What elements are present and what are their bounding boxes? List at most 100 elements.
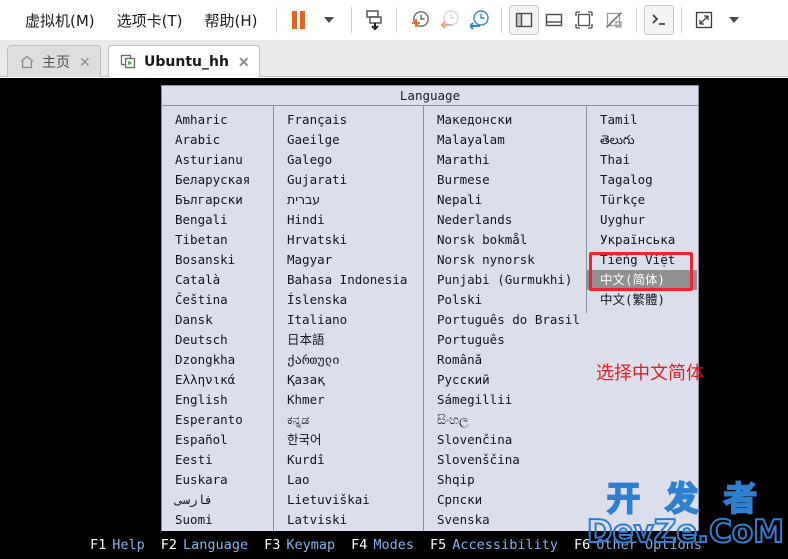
language-item[interactable]: Thai [587,150,697,170]
language-item[interactable]: Hindi [274,210,423,230]
language-item[interactable]: ಕನ್ನಡ [274,410,423,430]
language-item[interactable]: Asturianu [162,150,273,170]
function-key-item[interactable]: F2 Language [161,537,248,553]
language-item[interactable]: Burmese [424,170,586,190]
language-item[interactable]: Español [162,430,273,450]
language-item[interactable]: Українська [587,230,697,250]
pause-button[interactable] [284,5,314,35]
language-item[interactable]: Türkçe [587,190,697,210]
language-item[interactable]: Norsk nynorsk [424,250,586,270]
tab-home-close-icon[interactable]: ✕ [77,55,91,69]
language-item[interactable]: 中文(繁體) [587,290,697,310]
language-item[interactable]: Norsk bokmål [424,230,586,250]
language-item[interactable]: Македонски [424,110,586,130]
take-snapshot-button[interactable] [359,5,389,35]
function-key-item[interactable]: F3 Keymap [264,537,335,553]
language-item[interactable]: Malayalam [424,130,586,150]
language-item[interactable]: Bosanski [162,250,273,270]
language-item[interactable]: Polski [424,290,586,310]
language-item[interactable]: Arabic [162,130,273,150]
tab-ubuntu-hh[interactable]: Ubuntu_hh ✕ [108,45,260,77]
language-item[interactable]: Català [162,270,273,290]
stretch-button[interactable] [689,5,719,35]
language-item[interactable]: English [162,390,273,410]
language-item[interactable]: Tamil [587,110,697,130]
language-item[interactable]: Esperanto [162,410,273,430]
language-item[interactable]: Português [424,330,586,350]
language-item[interactable]: Română [424,350,586,370]
language-item[interactable]: Italiano [274,310,423,330]
language-item[interactable]: Tagalog [587,170,697,190]
language-item[interactable]: Bahasa Indonesia [274,270,423,290]
language-item[interactable]: Gaeilge [274,130,423,150]
language-item[interactable]: Lietuviškai [274,490,423,510]
language-item[interactable]: Íslenska [274,290,423,310]
language-item[interactable]: Slovenčina [424,430,586,450]
full-screen-button[interactable] [569,5,599,35]
snapshot-manager-button[interactable] [464,5,494,35]
language-item[interactable]: Čeština [162,290,273,310]
language-item[interactable]: فارسی [162,490,273,510]
language-item[interactable]: 한국어 [274,430,423,450]
language-item[interactable]: Svenska [424,510,586,530]
language-item[interactable]: Latviski [274,510,423,530]
language-item[interactable]: Беларуская [162,170,273,190]
language-item[interactable]: Português do Brasil [424,310,586,330]
language-item[interactable]: Қазақ [274,370,423,390]
language-item[interactable]: Magyar [274,250,423,270]
snapshot-add-button[interactable] [404,5,434,35]
language-item[interactable]: Ελληνικά [162,370,273,390]
function-key-value: Modes [373,537,415,553]
language-item[interactable]: Euskara [162,470,273,490]
language-item[interactable]: Dzongkha [162,350,273,370]
function-key-item[interactable]: F4 Modes [351,537,414,553]
language-item[interactable]: Marathi [424,150,586,170]
snapshot-revert-button[interactable] [434,5,464,35]
language-item[interactable]: Gujarati [274,170,423,190]
language-item[interactable]: සිංහල [424,410,586,430]
language-item[interactable]: Français [274,110,423,130]
language-item[interactable]: Bengali [162,210,273,230]
menu-tabs[interactable]: 选项卡(T) [106,8,194,33]
language-item[interactable]: 日本語 [274,330,423,350]
language-item[interactable]: Slovenščina [424,450,586,470]
function-key-item[interactable]: F6 Other Options [574,537,702,553]
language-dialog: Language Amharic Arabic Asturianu Беларуска… [161,85,699,534]
language-item[interactable]: Galego [274,150,423,170]
menu-help[interactable]: 帮助(H) [194,8,269,33]
tab-ubuntu-hh-close-icon[interactable]: ✕ [236,55,250,69]
language-item[interactable]: Nepali [424,190,586,210]
language-item[interactable]: Lao [274,470,423,490]
show-library-button[interactable] [508,5,539,35]
language-item[interactable]: Suomi [162,510,273,530]
language-item[interactable]: עברית [274,190,423,210]
language-item[interactable]: Русский [424,370,586,390]
console-button[interactable] [643,5,674,35]
language-item[interactable]: Shqip [424,470,586,490]
tab-home[interactable]: 主页 ✕ [7,45,101,77]
language-item[interactable]: Uyghur [587,210,697,230]
language-item[interactable]: Punjabi (Gurmukhi) [424,270,586,290]
language-item[interactable]: Hrvatski [274,230,423,250]
function-key-item[interactable]: F1 Help [90,537,145,553]
language-item[interactable]: Eesti [162,450,273,470]
language-item[interactable]: తెలుగు [587,130,697,150]
show-thumbnail-bar-button[interactable] [539,5,569,35]
language-item[interactable]: Dansk [162,310,273,330]
stretch-dropdown-button[interactable] [719,5,749,35]
language-item[interactable]: Amharic [162,110,273,130]
pause-dropdown-button[interactable] [314,5,344,35]
language-item[interactable]: Deutsch [162,330,273,350]
unity-mode-button[interactable] [599,5,629,35]
language-item[interactable]: Български [162,190,273,210]
language-item[interactable]: Khmer [274,390,423,410]
toolbar-separator [680,7,682,33]
function-key-item[interactable]: F5 Accessibility [430,537,558,553]
language-item[interactable]: Sámegillii [424,390,586,410]
language-item[interactable]: Tibetan [162,230,273,250]
menu-virtual-machine[interactable]: 虚拟机(M) [14,8,106,33]
language-item[interactable]: Kurdî [274,450,423,470]
language-item[interactable]: ქართული [274,350,423,370]
language-item[interactable]: Српски [424,490,586,510]
language-item[interactable]: Nederlands [424,210,586,230]
